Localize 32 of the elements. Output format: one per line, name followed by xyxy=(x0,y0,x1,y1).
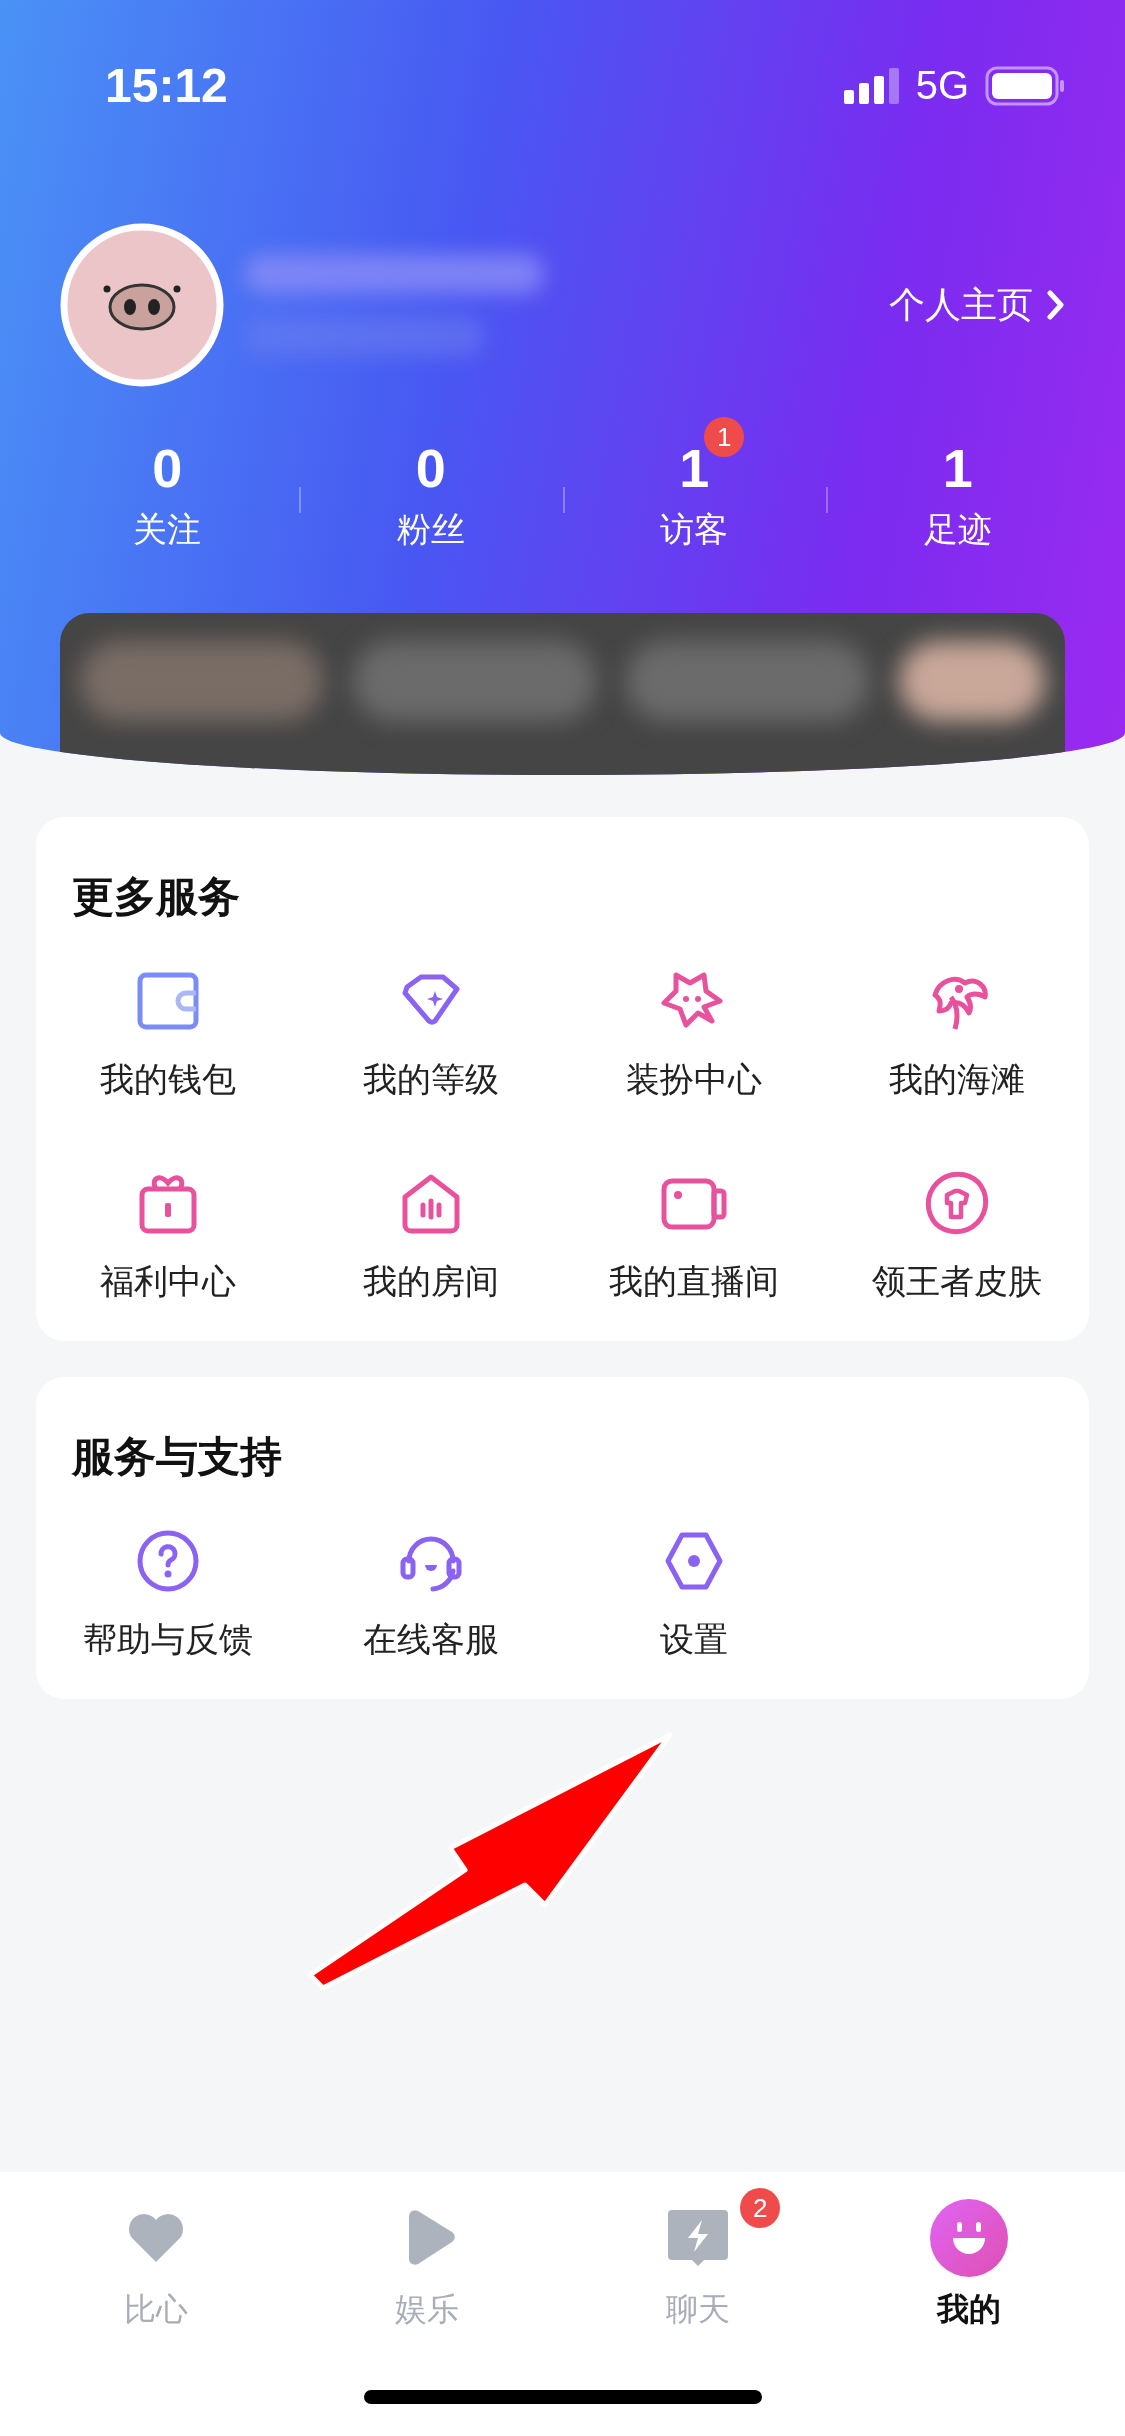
notification-badge: 1 xyxy=(704,417,745,457)
avatar[interactable] xyxy=(60,223,224,387)
section-title: 服务与支持 xyxy=(72,1431,283,1483)
stat-value[interactable]: 0 xyxy=(152,437,183,499)
profile-link[interactable]: 个人主页 xyxy=(889,280,1065,330)
smiley-icon xyxy=(929,2198,1010,2278)
service-item[interactable]: 我的等级 xyxy=(299,965,563,1103)
stat-label[interactable]: 粉丝 xyxy=(396,507,465,553)
status-time: 15:12 xyxy=(105,58,228,113)
signal-icon xyxy=(843,67,900,104)
notification-badge: 2 xyxy=(740,2188,781,2228)
stat-label[interactable]: 访客 xyxy=(660,507,729,553)
service-item[interactable]: 我的钱包 xyxy=(36,965,300,1103)
blurred-banner[interactable] xyxy=(60,613,1065,775)
stat-label[interactable]: 足迹 xyxy=(923,507,992,553)
stat-label[interactable]: 关注 xyxy=(133,507,202,553)
service-item[interactable]: 我的直播间 xyxy=(562,1167,826,1305)
service-item[interactable]: 帮助与反馈 xyxy=(36,1525,300,1663)
stat-value[interactable]: 0 xyxy=(415,437,446,499)
network-label: 5G xyxy=(915,63,969,108)
nav-tab[interactable]: 我的 xyxy=(929,2198,1010,2332)
battery-icon xyxy=(985,65,1065,106)
service-item[interactable]: 设置 xyxy=(562,1525,826,1663)
service-item[interactable]: 在线客服 xyxy=(299,1525,563,1663)
stat-value[interactable]: 1 xyxy=(942,437,973,499)
service-item[interactable]: 装扮中心 xyxy=(562,965,826,1103)
service-item[interactable]: 我的房间 xyxy=(299,1167,563,1305)
chevron-right-icon xyxy=(1047,290,1065,320)
section-title: 更多服务 xyxy=(72,871,241,923)
service-item[interactable]: 福利中心 xyxy=(36,1167,300,1305)
service-item[interactable]: 领王者皮肤 xyxy=(825,1167,1089,1305)
service-item[interactable]: 我的海滩 xyxy=(825,965,1089,1103)
